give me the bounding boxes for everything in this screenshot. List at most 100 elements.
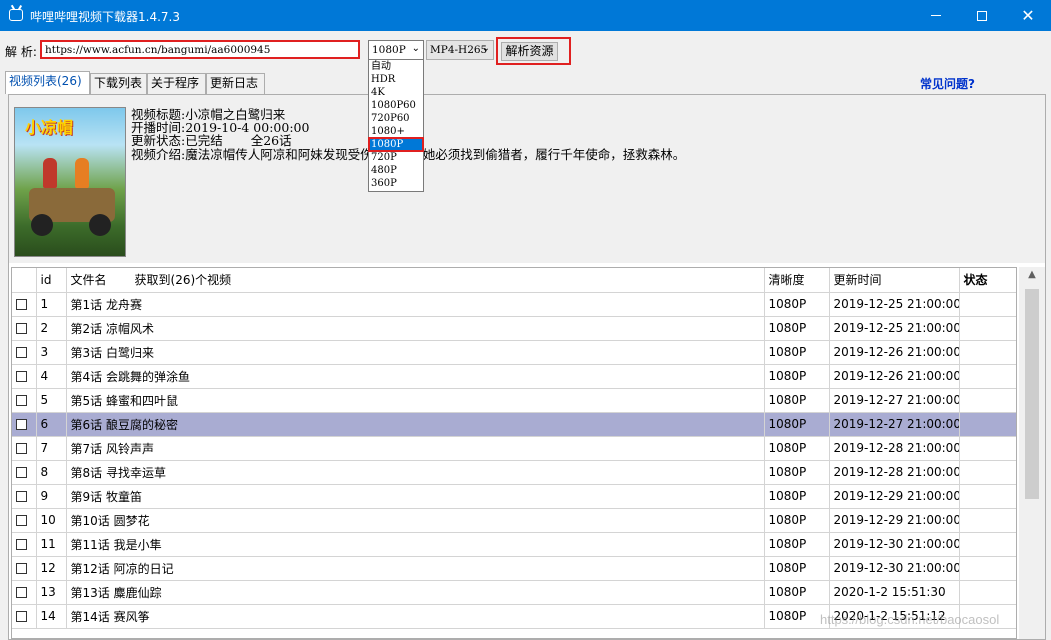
- row-status: [959, 316, 1016, 341]
- header-checkbox-col[interactable]: [12, 268, 37, 293]
- row-update-time: 2019-12-30 21:00:00: [829, 556, 960, 581]
- row-quality: 1080P: [764, 364, 830, 389]
- row-checkbox[interactable]: [12, 316, 37, 341]
- row-checkbox[interactable]: [12, 460, 37, 485]
- row-checkbox[interactable]: [12, 604, 37, 629]
- table-row[interactable]: 8 第8话 寻找幸运草 1080P 2019-12-28 21:00:00: [12, 460, 1016, 485]
- codec-select[interactable]: MP4-H265 ⌄: [426, 40, 494, 60]
- resolution-option[interactable]: 720P60: [369, 112, 423, 125]
- row-checkbox[interactable]: [12, 580, 37, 605]
- row-filename: 第5话 蜂蜜和四叶鼠: [66, 388, 765, 413]
- header-id[interactable]: id: [36, 268, 67, 293]
- table-row[interactable]: 4 第4话 会跳舞的弹涂鱼 1080P 2019-12-26 21:00:00: [12, 364, 1016, 389]
- row-status: [959, 580, 1016, 605]
- row-id: 8: [36, 460, 67, 485]
- checkbox[interactable]: [16, 491, 27, 502]
- checkbox[interactable]: [16, 587, 27, 598]
- tab-download-list[interactable]: 下载列表: [90, 73, 147, 94]
- checkbox[interactable]: [16, 467, 27, 478]
- checkbox[interactable]: [16, 443, 27, 454]
- table-row[interactable]: 5 第5话 蜂蜜和四叶鼠 1080P 2019-12-27 21:00:00: [12, 388, 1016, 413]
- tab-video-list[interactable]: 视频列表(26): [5, 71, 90, 94]
- header-update-time[interactable]: 更新时间: [829, 268, 960, 293]
- url-input[interactable]: https://www.acfun.cn/bangumi/aa6000945: [40, 40, 360, 59]
- checkbox[interactable]: [16, 347, 27, 358]
- parse-button-highlight: 解析资源: [496, 37, 571, 65]
- header-status[interactable]: 状态: [959, 268, 1016, 293]
- header-quality[interactable]: 清晰度: [764, 268, 830, 293]
- close-icon: ✕: [1021, 5, 1035, 25]
- row-checkbox[interactable]: [12, 532, 37, 557]
- table-row[interactable]: 10 第10话 圆梦花 1080P 2019-12-29 21:00:00: [12, 508, 1016, 533]
- row-checkbox[interactable]: [12, 556, 37, 581]
- scroll-up-icon[interactable]: ▲: [1019, 269, 1045, 287]
- checkbox[interactable]: [16, 323, 27, 334]
- table-row[interactable]: 1 第1话 龙舟赛 1080P 2019-12-25 21:00:00: [12, 292, 1016, 317]
- checkbox[interactable]: [16, 395, 27, 406]
- resolution-option[interactable]: 720P: [369, 151, 423, 164]
- resolution-option[interactable]: 1080+: [369, 125, 423, 138]
- row-checkbox[interactable]: [12, 364, 37, 389]
- row-checkbox[interactable]: [12, 508, 37, 533]
- table-row[interactable]: 3 第3话 白鹭归来 1080P 2019-12-26 21:00:00: [12, 340, 1016, 365]
- row-filename: 第2话 凉帽风术: [66, 316, 765, 341]
- tab-changelog[interactable]: 更新日志: [206, 73, 265, 94]
- checkbox[interactable]: [16, 563, 27, 574]
- row-quality: 1080P: [764, 292, 830, 317]
- checkbox[interactable]: [16, 515, 27, 526]
- table-row[interactable]: 11 第11话 我是小隼 1080P 2019-12-30 21:00:00: [12, 532, 1016, 557]
- resolution-option[interactable]: 1080P60: [369, 99, 423, 112]
- row-checkbox[interactable]: [12, 412, 37, 437]
- row-checkbox[interactable]: [12, 292, 37, 317]
- row-quality: 1080P: [764, 556, 830, 581]
- checkbox[interactable]: [16, 419, 27, 430]
- row-status: [959, 364, 1016, 389]
- faq-link[interactable]: 常见问题?: [920, 75, 975, 92]
- row-quality: 1080P: [764, 532, 830, 557]
- header-filename[interactable]: 文件名 获取到(26)个视频: [66, 268, 765, 293]
- row-filename: 第10话 圆梦花: [66, 508, 765, 533]
- vertical-scrollbar[interactable]: ▲: [1019, 267, 1045, 639]
- resolution-option-selected[interactable]: 1080P: [368, 137, 424, 152]
- resolution-option[interactable]: 480P: [369, 164, 423, 177]
- row-update-time: 2019-12-29 21:00:00: [829, 484, 960, 509]
- row-status: [959, 388, 1016, 413]
- table-row[interactable]: 2 第2话 凉帽风术 1080P 2019-12-25 21:00:00: [12, 316, 1016, 341]
- row-quality: 1080P: [764, 484, 830, 509]
- resolution-option[interactable]: 自动: [369, 60, 423, 73]
- row-checkbox[interactable]: [12, 388, 37, 413]
- tab-about[interactable]: 关于程序: [147, 73, 206, 94]
- parse-resource-button[interactable]: 解析资源: [501, 42, 558, 61]
- resolution-option[interactable]: 360P: [369, 177, 423, 190]
- resolution-option[interactable]: 4K: [369, 86, 423, 99]
- scroll-thumb[interactable]: [1025, 289, 1039, 499]
- minimize-button[interactable]: [913, 0, 959, 31]
- table-row[interactable]: 6 第6话 酿豆腐的秘密 1080P 2019-12-27 21:00:00: [12, 412, 1016, 437]
- row-checkbox[interactable]: [12, 436, 37, 461]
- checkbox[interactable]: [16, 611, 27, 622]
- bilibili-tv-icon: [9, 9, 23, 21]
- table-row[interactable]: 13 第13话 麋鹿仙踪 1080P 2020-1-2 15:51:30: [12, 580, 1016, 605]
- row-update-time: 2020-1-2 15:51:30: [829, 580, 960, 605]
- row-status: [959, 460, 1016, 485]
- video-list-panel: 小凉帽 视频标题:小凉帽之白鹭归来 开播时间:2019-10-4 00:00:0…: [8, 94, 1046, 640]
- checkbox[interactable]: [16, 371, 27, 382]
- close-button[interactable]: ✕: [1005, 0, 1051, 31]
- table-row[interactable]: 7 第7话 风铃声声 1080P 2019-12-28 21:00:00: [12, 436, 1016, 461]
- row-id: 13: [36, 580, 67, 605]
- row-filename: 第3话 白鹭归来: [66, 340, 765, 365]
- resolution-select[interactable]: 1080P ⌄: [368, 40, 424, 60]
- resolution-option[interactable]: HDR: [369, 73, 423, 86]
- row-status: [959, 484, 1016, 509]
- codec-value: MP4-H265: [430, 44, 488, 56]
- row-id: 14: [36, 604, 67, 629]
- checkbox[interactable]: [16, 299, 27, 310]
- table-row[interactable]: 12 第12话 阿凉的日记 1080P 2019-12-30 21:00:00: [12, 556, 1016, 581]
- row-status: [959, 436, 1016, 461]
- row-checkbox[interactable]: [12, 340, 37, 365]
- row-status: [959, 556, 1016, 581]
- maximize-button[interactable]: [959, 0, 1005, 31]
- checkbox[interactable]: [16, 539, 27, 550]
- table-row[interactable]: 9 第9话 牧童笛 1080P 2019-12-29 21:00:00: [12, 484, 1016, 509]
- row-checkbox[interactable]: [12, 484, 37, 509]
